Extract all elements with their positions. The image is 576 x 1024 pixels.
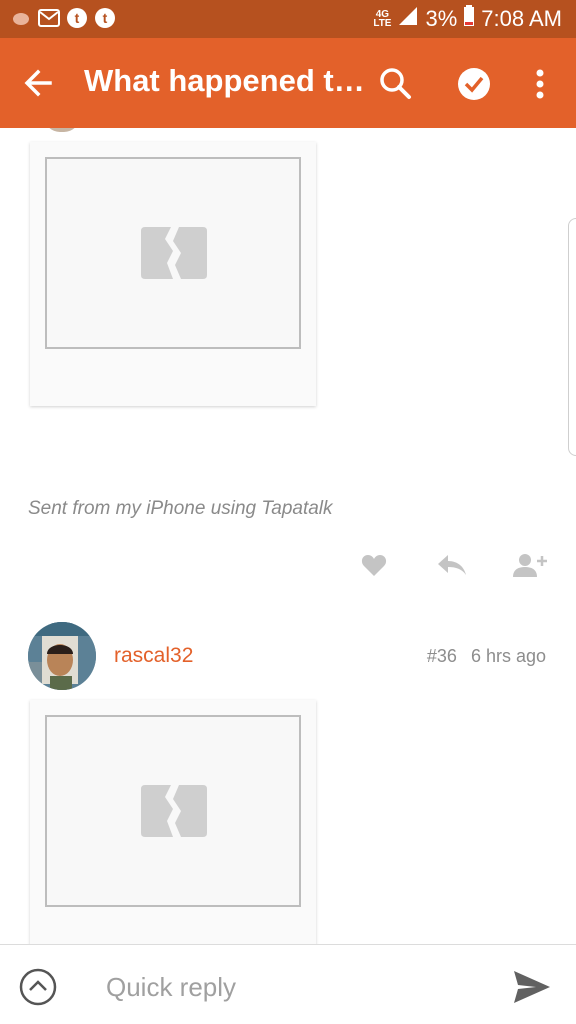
tapatalk-notification-icon: t (66, 7, 88, 29)
heart-icon (361, 555, 387, 576)
expand-reply-button[interactable] (18, 967, 58, 1007)
broken-image-icon (141, 785, 207, 837)
app-bar: What happened t… (0, 38, 576, 128)
svg-text:t: t (103, 10, 108, 26)
check-circle-icon (458, 68, 490, 100)
post-header: rascal32 #36 6 hrs ago (0, 622, 576, 692)
post-time: 6 hrs ago (470, 646, 546, 666)
reply-button[interactable] (432, 548, 472, 582)
page-title: What happened t… (84, 63, 364, 98)
follow-user-button[interactable] (510, 548, 550, 582)
quick-reply-input[interactable] (96, 965, 476, 1009)
avatar (44, 128, 80, 132)
arrow-left-icon (24, 69, 52, 97)
more-options-button[interactable] (522, 62, 558, 106)
svg-text:t: t (75, 10, 80, 26)
more-vert-icon (536, 69, 544, 99)
like-button[interactable] (354, 548, 394, 582)
post-meta: #36 6 hrs ago (427, 646, 546, 667)
clock: 7:08 AM (481, 6, 562, 31)
image-attachment[interactable] (30, 142, 316, 406)
image-placeholder (45, 157, 301, 349)
notification-icons: t t (10, 7, 116, 29)
post-signature: Sent from my iPhone using Tapatalk (28, 498, 333, 519)
battery-icon (463, 5, 475, 33)
tapatalk-notification-icon: t (94, 7, 116, 29)
thread-content[interactable]: Sent from my iPhone using Tapatalk rasca… (0, 128, 576, 944)
send-icon (514, 971, 550, 1003)
avatar[interactable] (28, 622, 96, 690)
search-button[interactable] (374, 62, 418, 106)
system-status: 4G LTE 3% 7:08 AM (373, 0, 562, 38)
user-photo (28, 622, 96, 690)
image-attachment[interactable] (30, 700, 316, 944)
scroll-handle[interactable] (568, 218, 576, 456)
post-number: #36 (426, 646, 457, 666)
post-actions (354, 548, 550, 582)
mark-read-button[interactable] (452, 62, 496, 106)
quick-reply-bar (0, 944, 576, 1024)
network-type: 4G LTE (373, 9, 392, 29)
send-button[interactable] (510, 967, 554, 1007)
broken-image-icon (141, 227, 207, 279)
status-bar: t t 4G LTE 3% 7:08 AM (0, 0, 576, 38)
notification-app-icon (10, 7, 32, 29)
search-icon (380, 68, 411, 99)
add-user-icon (513, 554, 547, 577)
signal-icon (397, 6, 419, 32)
chevron-up-icon (19, 968, 57, 1006)
gmail-icon (38, 7, 60, 29)
back-button[interactable] (18, 62, 60, 104)
battery-percent: 3% (425, 6, 458, 31)
image-placeholder (45, 715, 301, 907)
reply-icon (438, 555, 466, 575)
username[interactable]: rascal32 (114, 644, 193, 668)
